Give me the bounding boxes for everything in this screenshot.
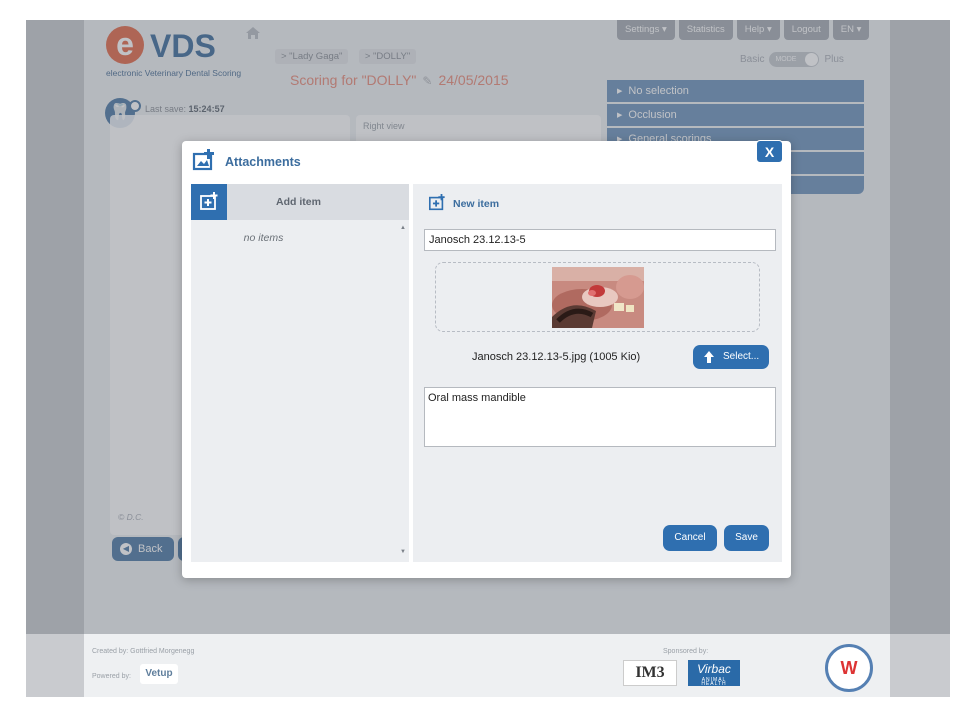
- attachments-list-panel: Add item no items ▲ ▼: [191, 184, 409, 562]
- virbac-logo[interactable]: Virbac ANIMAL HEALTH: [688, 660, 740, 687]
- powered-by: Powered by:: [92, 673, 131, 680]
- scroll-down-arrow-icon[interactable]: ▼: [400, 549, 406, 555]
- college-seal-logo: [825, 644, 873, 692]
- new-item-label: New item: [453, 198, 500, 210]
- description-textarea[interactable]: Oral mass mandible: [424, 387, 776, 447]
- attachments-dialog: Attachments X Add item no items ▲ ▼ New …: [182, 140, 791, 578]
- virbac-logo-subtext: ANIMAL HEALTH: [701, 677, 727, 687]
- add-item-label[interactable]: Add item: [227, 184, 370, 220]
- item-name-input[interactable]: [424, 229, 776, 251]
- scroll-up-arrow-icon[interactable]: ▲: [400, 225, 406, 231]
- sponsored-by: Sponsored by:: [663, 648, 709, 655]
- cancel-button[interactable]: Cancel: [663, 525, 717, 551]
- save-button[interactable]: Save: [724, 525, 769, 551]
- vetup-logo[interactable]: Vetup: [140, 664, 178, 684]
- attachment-thumbnail[interactable]: [552, 267, 644, 328]
- new-item-icon: [428, 194, 446, 212]
- add-item-icon[interactable]: [191, 184, 227, 220]
- select-file-button[interactable]: Select...: [693, 345, 769, 369]
- upload-arrow-icon: [703, 350, 715, 364]
- attachment-image-icon: [191, 149, 215, 173]
- select-file-label: Select...: [723, 351, 760, 362]
- new-item-panel: New item Janosch 23.12.13-5 Janosch 23.1…: [413, 184, 782, 562]
- file-name-label: Janosch 23.12.13-5.jpg (1005 Kio): [472, 351, 641, 363]
- footer: [84, 634, 890, 697]
- close-button[interactable]: X: [756, 140, 783, 163]
- created-by: Created by: Gottfried Morgenegg: [92, 648, 195, 655]
- page: e VDS electronic Veterinary Dental Scori…: [0, 0, 960, 720]
- empty-list-text: no items: [243, 232, 284, 244]
- add-item-header[interactable]: Add item: [191, 184, 409, 220]
- im3-logo[interactable]: IM3: [623, 660, 677, 686]
- dialog-title: Attachments: [225, 155, 301, 169]
- image-dropzone[interactable]: [435, 262, 760, 332]
- virbac-logo-text: Virbac: [697, 662, 731, 676]
